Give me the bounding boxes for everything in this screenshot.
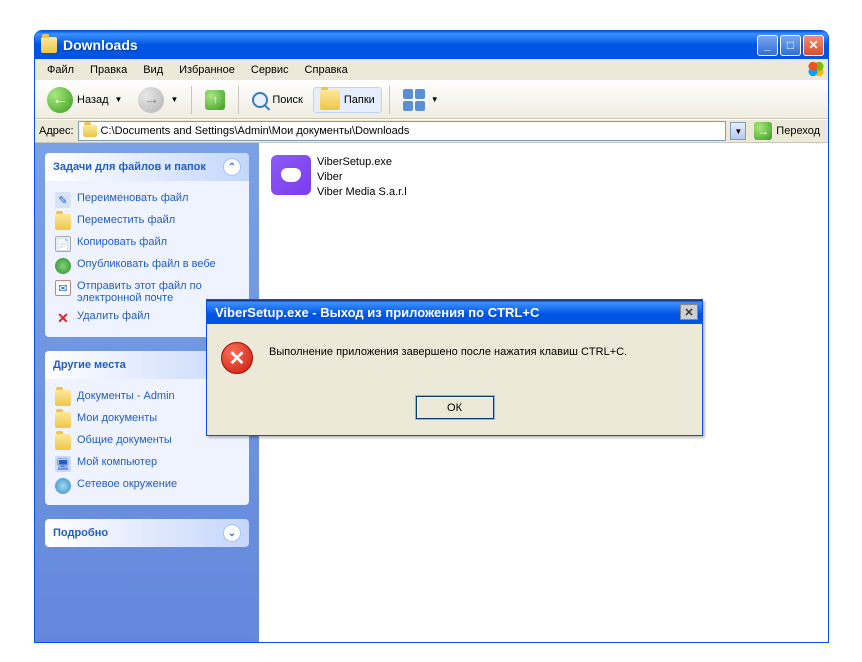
search-button[interactable]: Поиск [246,90,308,110]
error-icon: ✕ [221,342,253,374]
folders-icon [320,90,340,110]
panel-title: Подробно [53,527,108,539]
panel-title: Задачи для файлов и папок [53,161,206,173]
dialog-titlebar[interactable]: ViberSetup.exe - Выход из приложения по … [207,300,702,324]
folder-icon [55,434,71,450]
forward-arrow-icon: → [138,87,164,113]
menu-file[interactable]: Файл [39,62,82,78]
go-button[interactable]: → Переход [750,122,824,140]
menu-help[interactable]: Справка [297,62,356,78]
folder-icon [83,125,97,137]
up-button[interactable]: ↑ [199,88,231,112]
minimize-button[interactable]: _ [757,35,778,56]
globe-icon [55,258,71,274]
toolbar: ← Назад ▼ → ▼ ↑ Поиск Папки ▼ [35,81,828,119]
folder-icon [55,412,71,428]
chevron-down-icon: ▼ [431,95,439,104]
views-icon [403,89,425,111]
toolbar-separator [238,86,239,114]
views-button[interactable]: ▼ [397,87,445,113]
task-move[interactable]: Переместить файл [55,211,239,233]
network-icon [55,478,71,494]
folder-icon [55,390,71,406]
address-label: Адрес: [39,125,74,137]
go-arrow-icon: → [754,122,772,140]
titlebar[interactable]: Downloads _ □ ✕ [35,31,828,59]
address-path: C:\Documents and Settings\Admin\Мои доку… [101,125,410,137]
go-label: Переход [776,125,820,137]
search-icon [252,92,268,108]
dialog-close-button[interactable]: ✕ [680,304,698,320]
expand-icon[interactable]: ⌄ [223,524,241,542]
file-name: ViberSetup.exe [317,155,407,170]
task-copy[interactable]: 📄 Копировать файл [55,233,239,255]
viber-icon [271,155,311,195]
details-header[interactable]: Подробно ⌄ [45,519,249,547]
forward-button[interactable]: → ▼ [132,85,184,115]
copy-icon: 📄 [55,236,71,252]
menubar: Файл Правка Вид Избранное Сервис Справка [35,59,828,81]
collapse-icon[interactable]: ⌃ [223,158,241,176]
addressbar: Адрес: C:\Documents and Settings\Admin\М… [35,119,828,143]
computer-icon: 🖥 [55,456,71,472]
menu-edit[interactable]: Правка [82,62,135,78]
error-dialog: ViberSetup.exe - Выход из приложения по … [206,299,703,436]
place-label: Общие документы [77,434,172,446]
folders-label: Папки [344,94,375,106]
task-rename[interactable]: ✎ Переименовать файл [55,189,239,211]
email-icon: ✉ [55,280,71,296]
place-network[interactable]: Сетевое окружение [55,475,239,497]
windows-flag-icon [806,60,826,78]
chevron-down-icon: ▼ [170,95,178,104]
menu-tools[interactable]: Сервис [243,62,297,78]
back-label: Назад [77,94,109,106]
chevron-down-icon: ▼ [115,95,123,104]
folder-icon [41,37,57,53]
file-company: Viber Media S.a.r.l [317,185,407,200]
dialog-message: Выполнение приложения завершено после на… [269,342,627,358]
menu-favorites[interactable]: Избранное [171,62,243,78]
task-label: Переместить файл [77,214,175,226]
place-label: Документы - Admin [77,390,175,402]
window-title: Downloads [63,37,757,53]
back-arrow-icon: ← [47,87,73,113]
place-label: Сетевое окружение [77,478,177,490]
place-label: Мой компьютер [77,456,157,468]
place-label: Мои документы [77,412,157,424]
delete-icon: ✕ [55,310,71,326]
task-publish[interactable]: Опубликовать файл в вебе [55,255,239,277]
task-label: Копировать файл [77,236,167,248]
task-label: Опубликовать файл в вебе [77,258,216,270]
file-item-vibersetup[interactable]: ViberSetup.exe Viber Viber Media S.a.r.l [269,153,489,202]
dialog-title: ViberSetup.exe - Выход из приложения по … [215,305,539,320]
place-my-pc[interactable]: 🖥 Мой компьютер [55,453,239,475]
search-label: Поиск [272,94,302,106]
toolbar-separator [389,86,390,114]
maximize-button[interactable]: □ [780,35,801,56]
address-input[interactable]: C:\Documents and Settings\Admin\Мои доку… [78,121,727,141]
file-product: Viber [317,170,407,185]
panel-title: Другие места [53,359,126,371]
toolbar-separator [191,86,192,114]
details-panel: Подробно ⌄ [45,519,249,547]
move-icon [55,214,71,230]
address-dropdown-button[interactable]: ▼ [730,122,746,140]
menu-view[interactable]: Вид [135,62,171,78]
back-button[interactable]: ← Назад ▼ [41,85,128,115]
task-label: Удалить файл [77,310,150,322]
ok-button[interactable]: ОК [416,396,494,419]
close-button[interactable]: ✕ [803,35,824,56]
folder-up-icon: ↑ [205,90,225,110]
task-label: Переименовать файл [77,192,188,204]
folders-button[interactable]: Папки [313,87,382,113]
tasks-header[interactable]: Задачи для файлов и папок ⌃ [45,153,249,181]
rename-icon: ✎ [55,192,71,208]
